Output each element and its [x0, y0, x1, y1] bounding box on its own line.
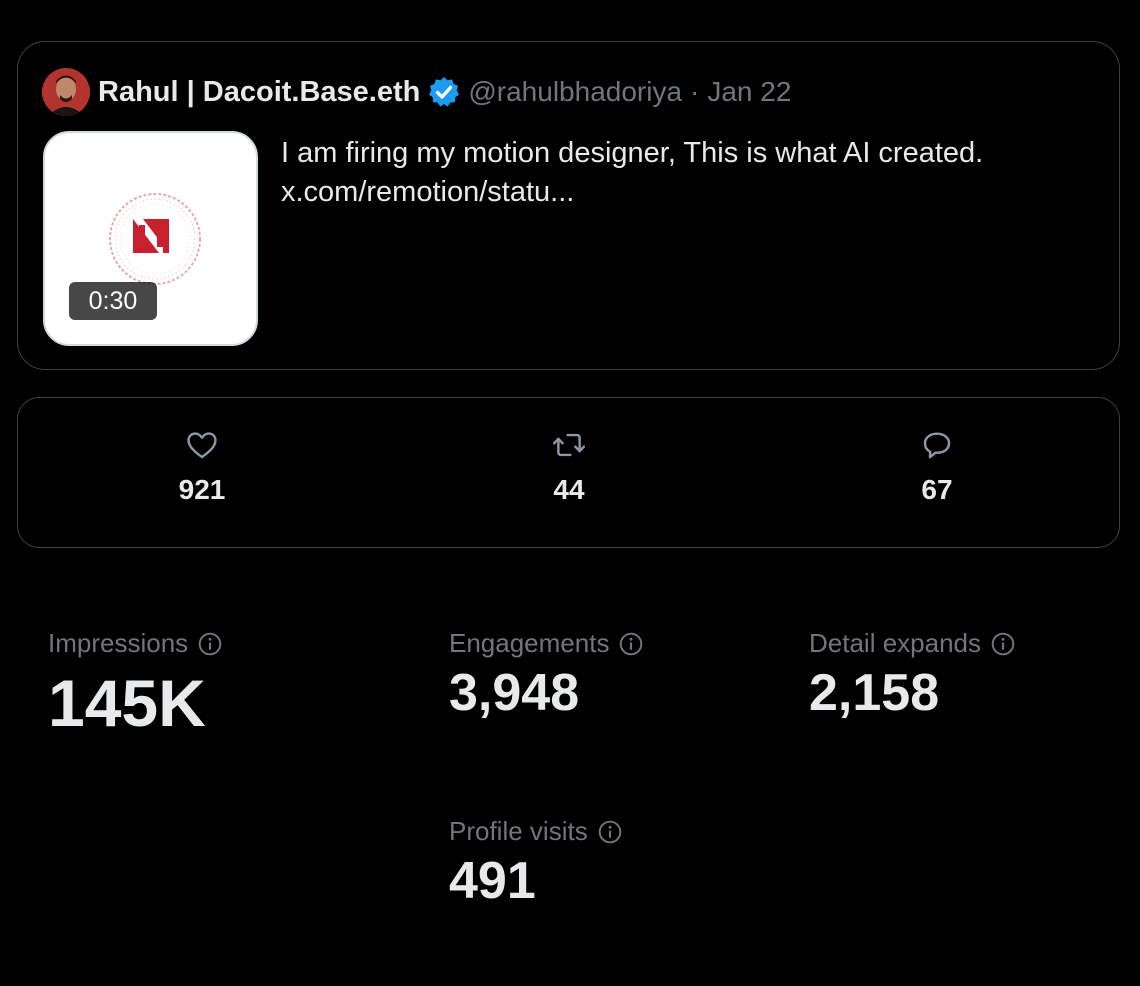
info-icon[interactable] [618, 631, 644, 657]
engagements-metric: Engagements 3,948 [449, 628, 644, 723]
metric-label: Profile visits [449, 816, 588, 846]
tweet-text: I am firing my motion designer, This is … [281, 134, 1081, 212]
verified-badge-icon [428, 76, 460, 108]
impressions-value: 145K [48, 666, 206, 740]
detail-expands-metric: Detail expands 2,158 [809, 628, 1016, 723]
video-duration-badge: 0:30 [69, 282, 157, 320]
replies-count: 67 [921, 474, 953, 505]
news-logo-icon [109, 193, 201, 285]
engagement-actions-card: 921 44 67 [17, 397, 1120, 548]
tweet-text-line: I am firing my motion designer, This is … [281, 137, 984, 169]
info-icon[interactable] [990, 631, 1016, 657]
author-name[interactable]: Rahul | Dacoit.Base.eth [98, 76, 420, 109]
profile-visits-value: 491 [449, 852, 536, 910]
info-icon[interactable] [597, 819, 623, 845]
likes-count: 921 [178, 474, 226, 505]
impressions-metric: Impressions 145K [48, 628, 223, 741]
metric-label: Engagements [449, 628, 610, 658]
heart-icon [187, 432, 217, 459]
profile-visits-metric: Profile visits 491 [449, 816, 623, 911]
author-handle[interactable]: @rahulbhadoriya [468, 76, 682, 108]
info-icon[interactable] [197, 631, 223, 657]
repost-icon [552, 433, 586, 457]
tweet-date[interactable]: Jan 22 [707, 76, 791, 108]
likes-stat: 921 [142, 428, 262, 506]
replies-stat: 67 [877, 428, 997, 506]
reposts-stat: 44 [509, 428, 629, 506]
reposts-count: 44 [553, 474, 585, 505]
metric-label: Impressions [48, 628, 189, 658]
quoted-tweet-card[interactable]: Rahul | Dacoit.Base.eth @rahulbhadoriya … [17, 41, 1120, 370]
detail-expands-value: 2,158 [809, 664, 940, 722]
metric-label: Detail expands [809, 628, 981, 658]
engagements-value: 3,948 [449, 664, 580, 722]
reply-icon [923, 432, 951, 459]
avatar[interactable] [42, 68, 90, 116]
separator-dot: · [690, 76, 700, 107]
video-thumbnail[interactable]: 0:30 [43, 131, 258, 346]
tweet-header: Rahul | Dacoit.Base.eth @rahulbhadoriya … [42, 68, 791, 116]
tweet-link[interactable]: x.com/remotion/statu... [281, 173, 1081, 212]
